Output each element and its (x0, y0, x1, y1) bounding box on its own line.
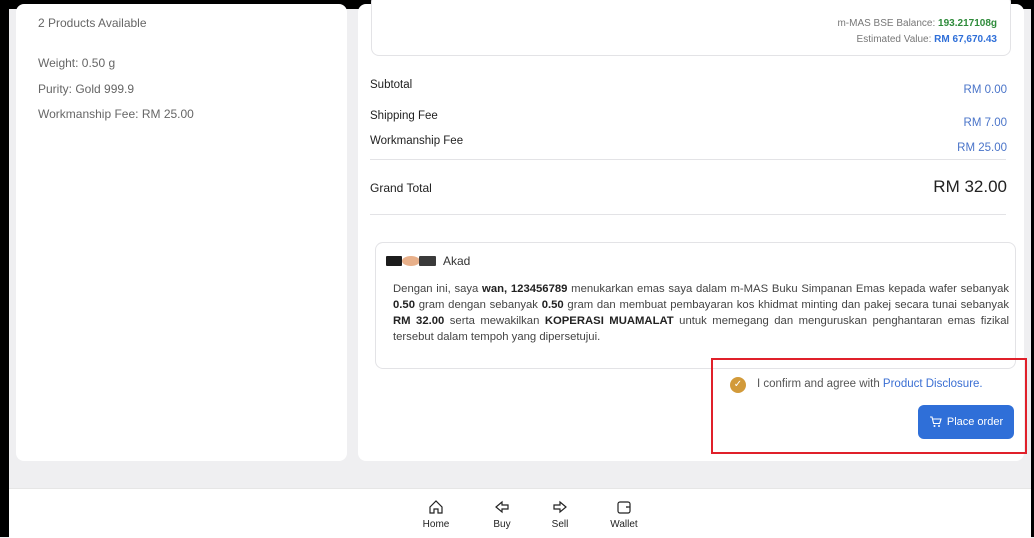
wallet-icon (617, 501, 631, 514)
buy-arrow-icon (495, 500, 509, 514)
sell-arrow-icon (553, 500, 567, 514)
product-weight: Weight: 0.50 g (38, 56, 116, 70)
workmanship-fee-value: RM 25.00 (957, 142, 1007, 154)
estimated-value-label: Estimated Value: (856, 34, 932, 45)
nav-sell[interactable]: Sell (535, 499, 585, 530)
workmanship-fee-label: Workmanship Fee (370, 135, 464, 147)
shipping-fee-value: RM 7.00 (963, 117, 1007, 129)
product-purity: Purity: Gold 999.9 (38, 82, 135, 96)
balance-box: m-MAS BSE Balance: 193.217108g Estimated… (371, 0, 1011, 56)
nav-wallet-label: Wallet (610, 519, 638, 530)
subtotal-value: RM 0.00 (963, 84, 1007, 96)
bottom-navigation: Home Buy Sell Wallet (9, 488, 1031, 538)
nav-buy-label: Buy (493, 519, 511, 530)
bse-balance-value: 193.217108g (938, 18, 997, 29)
akad-text: Dengan ini, saya wan, 123456789 menukark… (393, 283, 1010, 343)
summary-divider (370, 159, 1006, 160)
home-icon (429, 500, 443, 514)
nav-buy[interactable]: Buy (477, 499, 527, 530)
grand-total-label: Grand Total (370, 181, 432, 195)
nav-wallet[interactable]: Wallet (599, 499, 649, 530)
products-available: 2 Products Available (38, 16, 147, 30)
product-info-card: 2 Products Available Weight: 0.50 g Puri… (16, 4, 347, 461)
nav-home[interactable]: Home (411, 499, 461, 530)
bse-balance-label: m-MAS BSE Balance: (837, 18, 936, 29)
shipping-fee-label: Shipping Fee (370, 110, 438, 122)
handshake-icon (386, 256, 436, 266)
highlight-box (711, 358, 1027, 454)
product-workmanship-fee: Workmanship Fee: RM 25.00 (38, 107, 194, 121)
grand-total-value: RM 32.00 (933, 177, 1007, 196)
bse-balance: m-MAS BSE Balance: 193.217108g (837, 18, 997, 29)
subtotal-label: Subtotal (370, 79, 413, 91)
estimated-value: Estimated Value: RM 67,670.43 (857, 34, 997, 45)
nav-sell-label: Sell (551, 519, 569, 530)
akad-title: Akad (443, 254, 471, 268)
grand-total-divider (370, 214, 1006, 215)
screenshot-frame-left (0, 0, 9, 537)
nav-home-label: Home (422, 519, 450, 530)
estimated-value-amount: RM 67,670.43 (934, 34, 997, 45)
akad-box: Akad Dengan ini, saya wan, 123456789 men… (375, 242, 1016, 369)
